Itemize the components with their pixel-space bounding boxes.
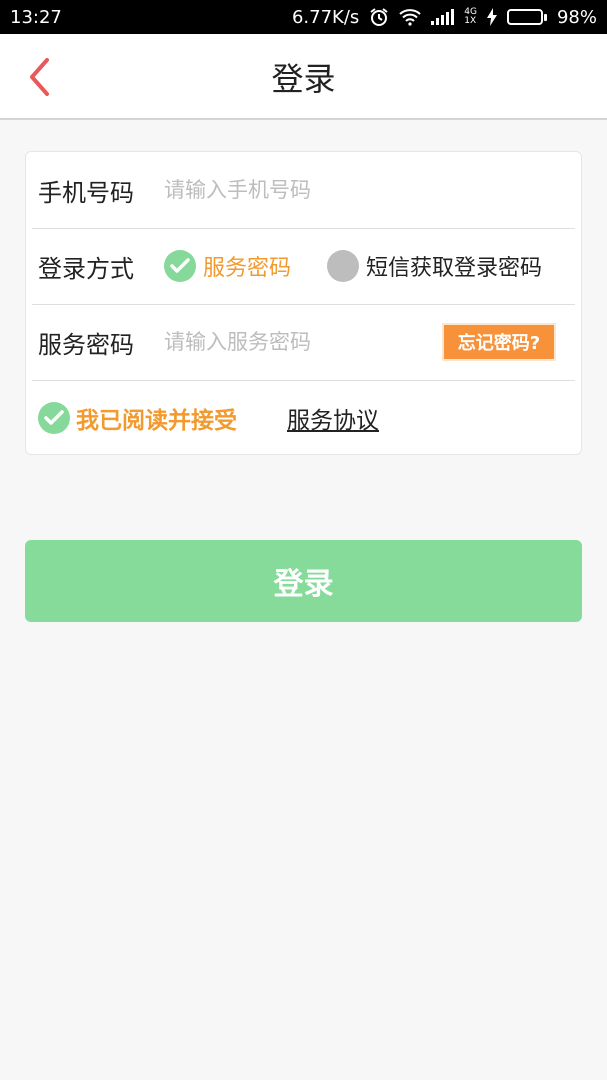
net-speed: 6.77K/s	[291, 6, 360, 28]
option-sms-password[interactable]: 短信获取登录密码	[327, 250, 542, 282]
network-type: 4G 1X	[464, 8, 477, 26]
phone-input[interactable]	[164, 178, 424, 202]
alarm-icon	[369, 7, 389, 27]
app-header: 登录	[0, 34, 607, 120]
phone-row: 手机号码	[32, 152, 575, 228]
status-time: 13:27	[10, 6, 62, 28]
password-input[interactable]	[164, 330, 404, 354]
password-label: 服务密码	[38, 330, 134, 359]
signal-icon	[431, 9, 455, 25]
option-sms-password-label: 短信获取登录密码	[366, 256, 543, 281]
login-button[interactable]: 登录	[25, 540, 582, 622]
status-icons: 6.77K/s 4G 1X 98%	[292, 7, 597, 28]
network-type-bottom: 1X	[464, 16, 477, 26]
radio-unchecked-icon	[327, 250, 360, 282]
status-bar: 13:27 6.77K/s 4G 1X 98%	[0, 0, 607, 34]
phone-label: 手机号码	[38, 178, 134, 207]
agreement-text: 我已阅读并接受	[76, 408, 237, 434]
battery-percent: 98%	[556, 6, 597, 28]
back-button[interactable]	[20, 54, 60, 100]
charging-icon	[486, 8, 497, 26]
battery-icon	[506, 9, 547, 25]
agreement-row: 我已阅读并接受 服务协议	[32, 380, 575, 456]
login-form: 手机号码 登录方式 服务密码 短信获取登录密码 服务密码 忘记密码? 我已阅读并…	[25, 151, 582, 455]
chevron-left-icon	[30, 58, 49, 96]
option-service-password-label: 服务密码	[203, 256, 292, 281]
option-service-password[interactable]: 服务密码	[164, 250, 291, 282]
forgot-password-button[interactable]: 忘记密码?	[442, 323, 556, 361]
service-agreement-link[interactable]: 服务协议	[287, 401, 379, 435]
password-row: 服务密码 忘记密码?	[32, 304, 575, 380]
radio-checked-icon	[164, 250, 196, 282]
login-method-label: 登录方式	[38, 254, 134, 283]
check-icon	[44, 410, 64, 425]
wifi-icon	[399, 8, 421, 26]
agreement-checkbox[interactable]	[38, 402, 70, 434]
page-title: 登录	[271, 60, 336, 98]
login-method-row: 登录方式 服务密码 短信获取登录密码	[32, 228, 575, 304]
